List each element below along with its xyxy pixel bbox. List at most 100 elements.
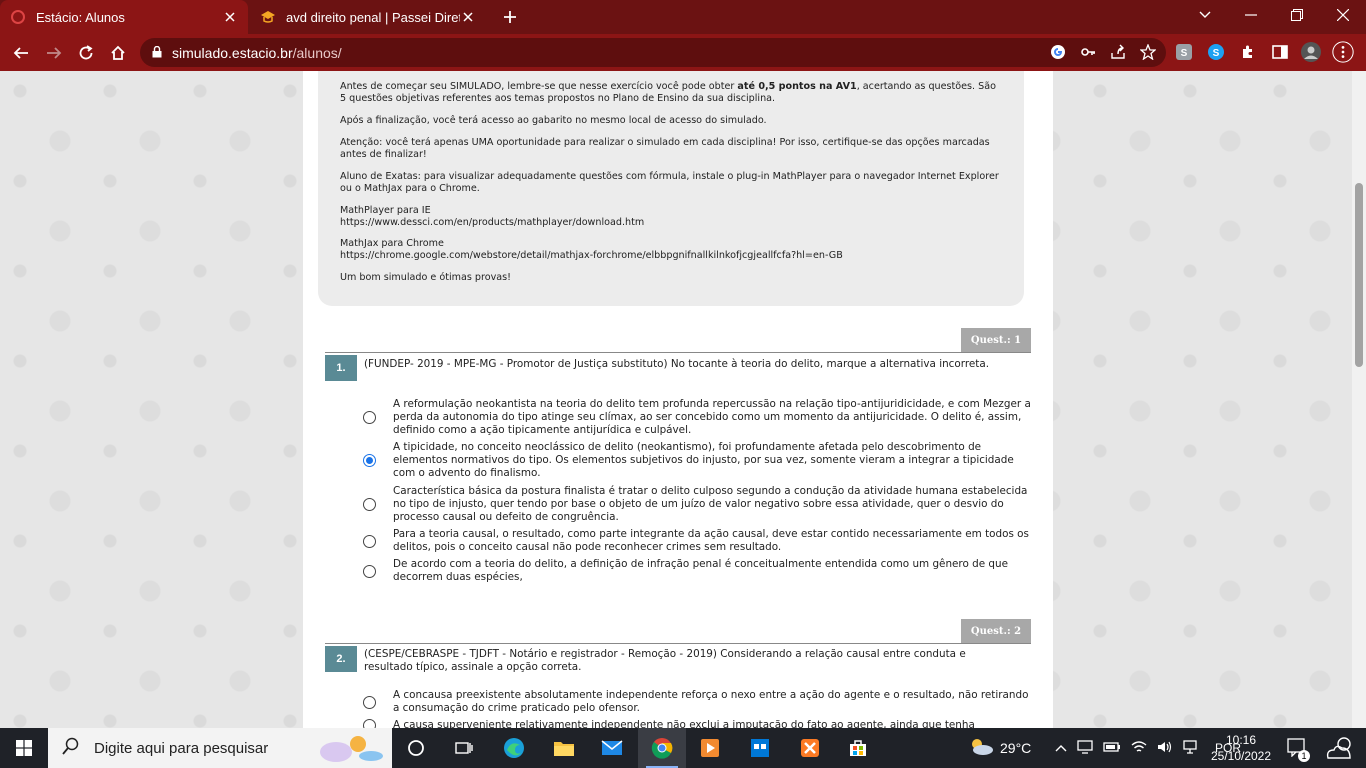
home-icon[interactable] <box>105 40 131 66</box>
answer-option[interactable]: Característica básica da postura finalis… <box>363 485 1033 524</box>
menu-kebab-icon[interactable] <box>1332 41 1354 63</box>
lock-icon[interactable] <box>152 45 162 61</box>
weather-cloud-tray-icon[interactable] <box>1322 728 1358 768</box>
passei-direto-favicon-icon <box>260 9 276 25</box>
question-number: 2. <box>325 646 357 672</box>
temperature-text: 29°C <box>1000 740 1032 756</box>
profile-avatar[interactable] <box>1300 41 1322 63</box>
search-highlight-illustration-icon <box>316 732 386 768</box>
reload-icon[interactable] <box>73 40 99 66</box>
forward-arrow-icon[interactable] <box>41 40 67 66</box>
closing-message: Um bom simulado e ótimas provas! <box>340 272 512 283</box>
answer-option[interactable]: A causa superveniente relativamente inde… <box>363 719 1033 728</box>
extensions-puzzle-icon[interactable] <box>1237 41 1259 63</box>
answer-option[interactable]: A concausa preexistente absolutamente in… <box>363 689 1033 715</box>
radio-button[interactable] <box>363 411 376 424</box>
answer-option-text: A reformulação neokantista na teoria do … <box>393 398 1031 436</box>
chevron-up-icon[interactable] <box>1055 741 1067 755</box>
svg-text:S: S <box>1213 48 1220 59</box>
minimize-icon[interactable] <box>1228 0 1274 30</box>
question-badge: Quest.: 2 <box>961 619 1031 643</box>
task-view-icon[interactable] <box>440 728 488 768</box>
network-icon[interactable] <box>1183 739 1201 757</box>
scrollbar-thumb[interactable] <box>1355 183 1363 367</box>
mathjax-link[interactable]: https://chrome.google.com/webstore/detai… <box>340 250 843 261</box>
mathjax-label: MathJax para Chrome <box>340 238 444 249</box>
answer-option[interactable]: A reformulação neokantista na teoria do … <box>363 398 1033 437</box>
share-icon[interactable] <box>1110 44 1126 63</box>
battery-icon[interactable] <box>1103 741 1121 756</box>
answer-option[interactable]: De acordo com a teoria do delito, a defi… <box>363 558 1033 584</box>
clock-time: 10:16 <box>1225 733 1257 747</box>
mail-icon[interactable] <box>588 728 636 768</box>
svg-text:S: S <box>1181 48 1188 59</box>
task-view-circle-icon[interactable] <box>392 728 440 768</box>
file-explorer-icon[interactable] <box>540 728 588 768</box>
weather-cloud-icon <box>968 738 994 759</box>
mathjax-block: MathJax para Chrome https://chrome.googl… <box>340 238 1002 262</box>
radio-button[interactable] <box>363 695 376 709</box>
instructions-paragraph: Aluno de Exatas: para visualizar adequad… <box>340 171 999 194</box>
answer-option-text: A concausa preexistente absolutamente in… <box>393 689 1029 714</box>
answer-option[interactable]: A tipicidade, no conceito neoclássico de… <box>363 441 1033 480</box>
skype-icon[interactable]: S <box>1205 41 1227 63</box>
answer-option-text: A causa superveniente relativamente inde… <box>393 719 975 728</box>
windows-start-icon[interactable] <box>0 728 48 768</box>
taskbar-search-box[interactable]: Digite aqui para pesquisar <box>48 728 392 768</box>
answer-option[interactable]: Para a teoria causal, o resultado, como … <box>363 528 1033 554</box>
mathplayer-label: MathPlayer para IE <box>340 205 431 216</box>
windows-taskbar: Digite aqui para pesquisar 29°C POR 10:1… <box>0 728 1366 768</box>
question-text: (FUNDEP- 2019 - MPE-MG - Promotor de Jus… <box>364 358 990 370</box>
question-divider <box>325 352 1031 353</box>
new-tab-button[interactable] <box>498 5 522 29</box>
notification-center[interactable]: 1 <box>1286 728 1310 768</box>
answer-option-text: De acordo com a teoria do delito, a defi… <box>393 558 1009 583</box>
question-number: 1. <box>325 355 357 381</box>
question-divider <box>325 643 1031 644</box>
speaker-icon[interactable] <box>1157 740 1173 757</box>
weather-widget[interactable]: 29°C <box>968 728 1031 768</box>
tab-title: avd direito penal | Passei Direto <box>286 9 460 25</box>
close-tab-icon[interactable] <box>460 9 476 25</box>
page-scrollbar[interactable] <box>1352 71 1366 728</box>
page-viewport: Antes de começar seu SIMULADO, lembre-se… <box>0 71 1366 728</box>
extension-s-gray-icon[interactable]: S <box>1173 41 1195 63</box>
instructions-highlight: até 0,5 pontos na AV1 <box>737 81 857 92</box>
radio-button[interactable] <box>363 719 376 728</box>
clock[interactable]: 10:16 25/10/2022 <box>1208 728 1274 768</box>
instructions-paragraph: Antes de começar seu SIMULADO, lembre-se… <box>340 81 1002 105</box>
display-icon[interactable] <box>1077 739 1093 757</box>
media-player-icon[interactable] <box>686 728 734 768</box>
bookmark-star-icon[interactable] <box>1139 43 1157 63</box>
google-icon[interactable] <box>1050 44 1066 63</box>
chrome-taskbar-icon[interactable] <box>638 728 686 768</box>
microsoft-store-icon[interactable] <box>834 728 882 768</box>
tab-search-chevron-down-icon[interactable] <box>1182 0 1228 30</box>
question-text: (CESPE/CEBRASPE - TJDFT - Notário e regi… <box>364 648 966 673</box>
key-icon[interactable] <box>1080 44 1096 63</box>
main-content: Antes de começar seu SIMULADO, lembre-se… <box>303 71 1053 728</box>
xampp-icon[interactable] <box>786 728 834 768</box>
radio-button[interactable] <box>363 564 376 578</box>
store-app-icon[interactable] <box>736 728 784 768</box>
close-window-icon[interactable] <box>1320 0 1366 30</box>
tab-estacio-alunos[interactable]: Estácio: Alunos <box>0 0 248 34</box>
radio-button[interactable] <box>363 534 376 548</box>
restore-icon[interactable] <box>1274 0 1320 30</box>
radio-button-selected[interactable] <box>363 454 376 467</box>
url-path: /alunos/ <box>292 44 342 61</box>
edge-icon[interactable] <box>490 728 538 768</box>
mathplayer-link[interactable]: https://www.dessci.com/en/products/mathp… <box>340 217 644 228</box>
clock-date: 25/10/2022 <box>1210 749 1272 763</box>
tab-passei-direto[interactable]: avd direito penal | Passei Direto <box>250 0 486 34</box>
tab-strip: Estácio: Alunos avd direito penal | Pass… <box>0 0 1366 34</box>
question-badge: Quest.: 1 <box>961 328 1031 352</box>
radio-button[interactable] <box>363 498 376 511</box>
instructions-paragraph: Após a finalização, você terá acesso ao … <box>340 115 767 126</box>
address-bar[interactable]: simulado.estacio.br/alunos/ <box>140 38 1166 67</box>
wifi-icon[interactable] <box>1131 740 1147 757</box>
instructions-panel: Antes de começar seu SIMULADO, lembre-se… <box>318 71 1024 306</box>
side-panel-icon[interactable] <box>1269 41 1291 63</box>
back-arrow-icon[interactable] <box>8 40 34 66</box>
close-tab-icon[interactable] <box>222 9 238 25</box>
